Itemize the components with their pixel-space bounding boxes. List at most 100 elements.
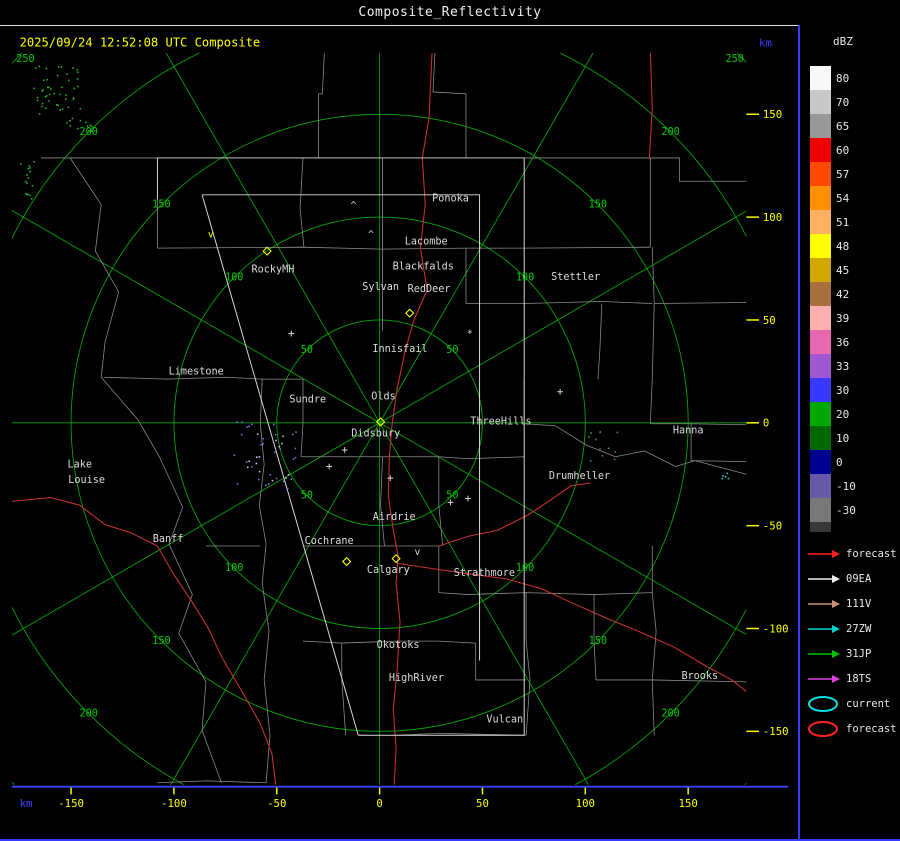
dbz-scale-row: 57 bbox=[810, 162, 856, 186]
echo-speckle bbox=[295, 431, 297, 433]
dbz-scale-row: 80 bbox=[810, 66, 856, 90]
echo-speckle bbox=[255, 462, 258, 465]
echo-speckle bbox=[281, 442, 283, 445]
y-axis-tick-label: -50 bbox=[763, 520, 782, 533]
echo-speckle bbox=[246, 466, 249, 469]
echo-speckle bbox=[72, 67, 74, 69]
echo-speckle bbox=[79, 107, 82, 110]
radar-map[interactable]: 50 50 50 50 100 100 100 100 150 150 150 150 200 200 20… bbox=[0, 25, 800, 841]
county-boundary bbox=[438, 456, 444, 547]
echo-speckle bbox=[274, 433, 277, 436]
county-boundary bbox=[438, 640, 527, 681]
track-label: forecast bbox=[846, 547, 897, 560]
dbz-color-swatch bbox=[810, 402, 831, 426]
county-boundary bbox=[100, 376, 222, 783]
caret-marker: ^ bbox=[351, 200, 357, 211]
y-axis-tick-label: -150 bbox=[763, 725, 789, 738]
echo-speckle bbox=[57, 66, 60, 68]
dbz-scale-row: -10 bbox=[810, 474, 856, 498]
echo-speckle bbox=[77, 85, 79, 88]
dbz-value-label: -30 bbox=[836, 503, 856, 517]
echo-speckle bbox=[273, 423, 275, 426]
echo-speckle bbox=[69, 120, 71, 122]
city-label: Ponoka bbox=[432, 194, 469, 205]
range-ring-label: 250 bbox=[726, 54, 744, 65]
echo-speckle bbox=[616, 431, 619, 434]
track-label: 09EA bbox=[846, 572, 872, 585]
echo-speckle bbox=[67, 79, 70, 82]
dbz-value-label: 10 bbox=[836, 431, 850, 445]
azimuth-line bbox=[11, 209, 380, 424]
echo-speckle bbox=[42, 79, 45, 82]
echo-speckle bbox=[42, 89, 44, 91]
city-label: Stettler bbox=[551, 272, 600, 283]
echo-speckle bbox=[33, 160, 35, 163]
range-ring-label: 200 bbox=[80, 127, 98, 138]
dbz-scale-row: -30 bbox=[810, 498, 856, 522]
echo-speckle bbox=[256, 433, 259, 435]
city-label: Didsbury bbox=[351, 428, 400, 439]
timestamp: 2025/09/24 12:52:08 UTC Composite bbox=[20, 35, 261, 49]
county-boundary bbox=[300, 379, 304, 457]
ellipse-outline bbox=[808, 720, 838, 737]
track-legend-item: 111V bbox=[806, 591, 897, 616]
echo-speckle bbox=[29, 167, 31, 169]
point-marker bbox=[288, 330, 295, 337]
arrow-down-marker: v bbox=[208, 229, 214, 240]
dbz-scale-row: 30 bbox=[810, 378, 856, 402]
echo-speckle bbox=[61, 86, 63, 89]
echo-speckle bbox=[64, 98, 67, 100]
echo-speckle bbox=[60, 66, 63, 68]
echo-speckle bbox=[601, 455, 604, 457]
dbz-color-swatch bbox=[810, 330, 831, 354]
echo-speckle bbox=[79, 119, 82, 122]
city-label: RedDeer bbox=[408, 284, 451, 295]
km-unit-top: km bbox=[759, 36, 772, 49]
y-axis-tick-label: -100 bbox=[763, 622, 789, 635]
echo-speckle bbox=[607, 447, 610, 450]
echo-speckle bbox=[251, 466, 253, 468]
track-arrow-icon bbox=[808, 574, 840, 583]
range-ring-label: 100 bbox=[225, 272, 243, 283]
map-region[interactable]: 50 50 50 50 100 100 100 100 150 150 150 150 200 200 20… bbox=[0, 25, 800, 841]
county-boundary bbox=[157, 246, 525, 250]
city-label: Louise bbox=[68, 475, 105, 486]
range-ring-label: 200 bbox=[80, 709, 98, 720]
x-axis-tick-label: -50 bbox=[267, 797, 286, 810]
dbz-value-label: 51 bbox=[836, 215, 850, 229]
dbz-color-swatch bbox=[810, 234, 831, 258]
dbz-scale-row: 70 bbox=[810, 90, 856, 114]
city-label: Airdrie bbox=[373, 512, 416, 523]
echo-speckle bbox=[89, 124, 92, 127]
dbz-value-label: 0 bbox=[836, 455, 843, 469]
dbz-value-label: 57 bbox=[836, 167, 850, 181]
city-label: Drumheller bbox=[549, 471, 610, 482]
echo-speckle bbox=[44, 107, 47, 110]
city-label: Vulcan bbox=[486, 715, 523, 726]
echo-speckle bbox=[77, 71, 79, 73]
city-label: Calgary bbox=[367, 565, 410, 576]
echo-speckle bbox=[727, 477, 730, 480]
echo-speckle bbox=[269, 473, 272, 476]
echo-speckle bbox=[27, 177, 30, 179]
echo-speckle bbox=[278, 445, 281, 448]
dbz-color-swatch bbox=[810, 210, 831, 234]
dbz-scale-row: 10 bbox=[810, 426, 856, 450]
echo-speckle bbox=[31, 184, 34, 187]
range-ring-label: 50 bbox=[446, 345, 458, 356]
range-ring-label: 200 bbox=[661, 709, 679, 720]
sidebar-divider bbox=[798, 25, 800, 841]
echo-speckle bbox=[38, 65, 40, 68]
city-label: Blackfalds bbox=[393, 262, 454, 273]
track-label: 18TS bbox=[846, 672, 872, 685]
echo-speckle bbox=[57, 104, 60, 107]
track-ellipse-icon bbox=[808, 695, 838, 712]
county-boundary bbox=[301, 456, 525, 460]
dbz-scale-row: 48 bbox=[810, 234, 856, 258]
echo-speckle bbox=[599, 448, 601, 450]
dbz-color-swatch bbox=[810, 114, 831, 138]
dbz-scale-row: 20 bbox=[810, 402, 856, 426]
echo-speckle bbox=[33, 87, 35, 90]
echo-speckle bbox=[722, 475, 724, 477]
track-legend: forecast 09EA 111V 27ZW 31JP 18TS current forec… bbox=[806, 541, 897, 741]
